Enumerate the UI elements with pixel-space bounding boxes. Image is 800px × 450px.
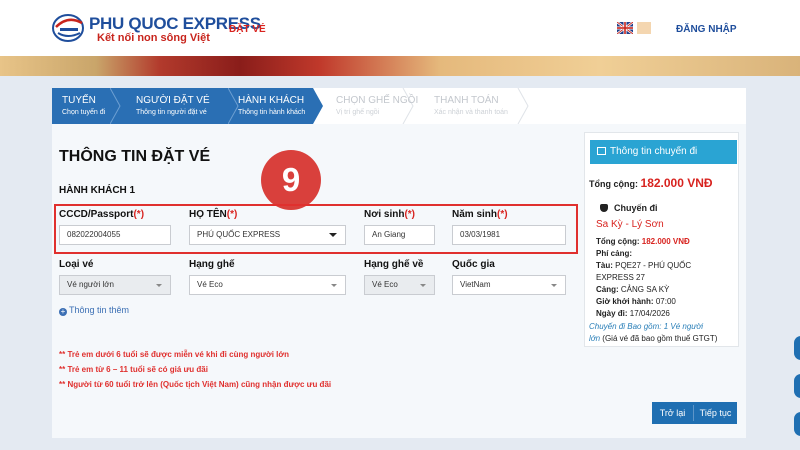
name-select[interactable]: PHÚ QUỐC EXPRESS <box>189 225 346 245</box>
step-title: HÀNH KHÁCH <box>238 95 305 106</box>
brand-slogan: Kết nối non sông Việt <box>97 32 210 44</box>
step-payment[interactable]: THANH TOÁN Xác nhận và thanh toán <box>423 88 533 124</box>
step-seat[interactable]: CHỌN GHẾ NGỒI Vị trí ghế ngồi <box>323 88 423 124</box>
booking-steps: TUYẾN Chọn tuyến đi NGƯỜI ĐẶT VÉ Thông t… <box>52 88 746 124</box>
floating-contact-button[interactable] <box>794 412 800 436</box>
step-subtitle: Thông tin người đặt vé <box>136 109 207 116</box>
cccd-label: CCCD/Passport(*) <box>59 209 145 220</box>
birthyear-input[interactable]: 03/03/1981 <box>452 225 566 245</box>
more-info-link[interactable]: + Thông tin thêm <box>59 305 129 316</box>
trip-ship: Tàu: PQE27 - PHÚ QUỐC <box>596 261 692 270</box>
birthplace-input[interactable]: An Giang <box>364 225 435 245</box>
plus-circle-icon: + <box>59 307 67 316</box>
note-children-free: ** Trẻ em dưới 6 tuổi sẽ được miễn vé kh… <box>59 350 289 359</box>
step-title: CHỌN GHẾ NGỒI <box>336 95 419 106</box>
ship-icon <box>600 204 608 212</box>
trip-total: Tổng cộng: 182.000 VNĐ <box>589 176 713 190</box>
return-seat-label: Hạng ghế về <box>364 259 424 270</box>
floating-contact-button[interactable] <box>794 374 800 398</box>
step-number-badge: 9 <box>261 150 321 210</box>
chevron-down-icon <box>420 284 426 287</box>
step-subtitle: Xác nhận và thanh toán <box>434 109 508 116</box>
header-banner <box>0 56 800 76</box>
passenger-heading: HÀNH KHÁCH 1 <box>59 185 136 196</box>
seat-class-label: Hạng ghế <box>189 259 235 270</box>
chevron-down-icon <box>156 284 162 287</box>
trip-info-header: Thông tin chuyến đi <box>590 140 737 164</box>
nationality-select[interactable]: VietNam <box>452 275 566 295</box>
step-passenger[interactable]: HÀNH KHÁCH Thông tin hành khách <box>228 88 323 124</box>
trip-port: Cảng: CẢNG SA KỲ <box>596 285 670 294</box>
vn-flag-icon[interactable] <box>637 22 651 34</box>
ticket-type-label: Loại vé <box>59 259 94 270</box>
calendar-icon <box>597 147 606 155</box>
step-subtitle: Thông tin hành khách <box>238 109 306 116</box>
trip-includes: Chuyến đi Bao gồm: 1 Vé người <box>589 322 703 331</box>
back-button[interactable]: Trở lại <box>652 402 693 424</box>
uk-flag-icon[interactable] <box>617 22 633 34</box>
logo-icon[interactable] <box>52 13 86 43</box>
action-buttons: Trở lại Tiếp tục <box>652 402 737 424</box>
trip-subtotal: Tổng cộng: 182.000 VNĐ <box>596 237 690 246</box>
step-title: NGƯỜI ĐẶT VÉ <box>136 95 210 106</box>
step-booker[interactable]: NGƯỜI ĐẶT VÉ Thông tin người đặt vé <box>110 88 238 124</box>
nav-book-ticket[interactable]: ĐẶT VÉ <box>229 24 266 35</box>
trip-port-fee: Phí cảng: <box>596 249 633 258</box>
step-subtitle: Chọn tuyến đi <box>62 109 106 116</box>
chevron-down-icon <box>331 284 337 287</box>
seat-class-select[interactable]: Vé Eco <box>189 275 346 295</box>
page-title: THÔNG TIN ĐẶT VÉ <box>59 148 211 165</box>
trip-includes-line2: lớn (Giá vé đã bao gồm thuế GTGT) <box>589 334 718 343</box>
return-seat-select[interactable]: Vé Eco <box>364 275 435 295</box>
name-label: HỌ TÊN(*) <box>189 209 238 220</box>
trip-ship-line2: EXPRESS 27 <box>596 273 645 282</box>
login-link[interactable]: ĐĂNG NHẬP <box>676 24 737 35</box>
cccd-input[interactable]: 082022004055 <box>59 225 171 245</box>
note-children-discount: ** Trẻ em từ 6 – 11 tuổi sẽ có giá ưu đã… <box>59 365 208 374</box>
chevron-down-icon <box>551 284 557 287</box>
birthyear-label: Năm sinh(*) <box>452 209 508 220</box>
chevron-down-icon <box>329 233 337 237</box>
trip-departure: Giờ khởi hành: 07:00 <box>596 297 676 306</box>
birthplace-label: Nơi sinh(*) <box>364 209 416 220</box>
nationality-label: Quốc gia <box>452 259 495 270</box>
ticket-type-select[interactable]: Vé người lớn <box>59 275 171 295</box>
step-title: THANH TOÁN <box>434 95 499 106</box>
step-subtitle: Vị trí ghế ngồi <box>336 109 380 116</box>
next-button[interactable]: Tiếp tục <box>694 402 737 424</box>
trip-date: Ngày đi: 17/04/2026 <box>596 309 670 318</box>
trip-section-heading: Chuyến đi <box>600 203 658 213</box>
note-senior-discount: ** Người từ 60 tuổi trở lên (Quốc tịch V… <box>59 380 332 389</box>
floating-contact-button[interactable] <box>794 336 800 360</box>
step-title: TUYẾN <box>62 95 96 106</box>
trip-route: Sa Kỳ - Lý Sơn <box>596 219 664 230</box>
